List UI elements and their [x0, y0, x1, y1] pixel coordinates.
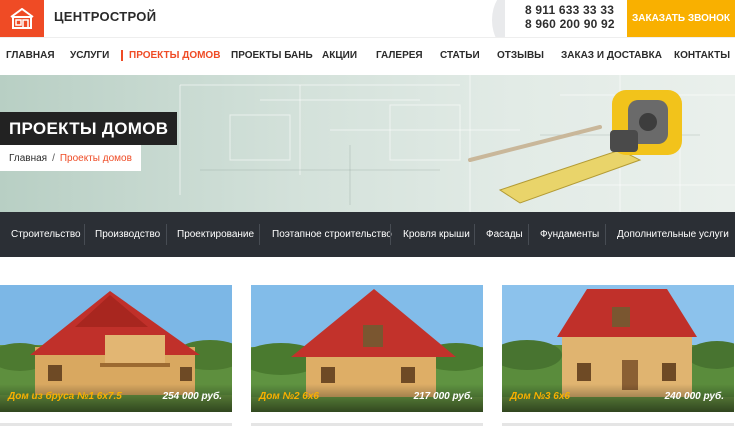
project-card[interactable]: Дом №3 6х6 240 000 руб. [502, 285, 734, 412]
category-divider [390, 224, 391, 245]
main-nav: ГЛАВНАЯ УСЛУГИ ПРОЕКТЫ ДОМОВ ПРОЕКТЫ БАН… [0, 37, 735, 75]
project-name[interactable]: Дом №2 6х6 [259, 391, 319, 402]
project-price: 240 000 руб. [664, 391, 724, 402]
nav-item-home[interactable]: ГЛАВНАЯ [6, 50, 55, 61]
nav-item-services[interactable]: УСЛУГИ [70, 50, 109, 61]
page-title: ПРОЕКТЫ ДОМОВ [0, 112, 178, 145]
category-stage-construction[interactable]: Поэтапное строительство [272, 229, 392, 240]
category-foundations[interactable]: Фундаменты [540, 229, 599, 240]
nav-item-order-delivery[interactable]: ЗАКАЗ И ДОСТАВКА [561, 50, 662, 61]
nav-item-gallery[interactable]: ГАЛЕРЕЯ [376, 50, 423, 61]
category-divider [84, 224, 85, 245]
project-name[interactable]: Дом №3 6х6 [510, 391, 570, 402]
category-divider [528, 224, 529, 245]
brand-name[interactable]: ЦЕНТРОСТРОЙ [54, 9, 156, 24]
nav-item-reviews[interactable]: ОТЗЫВЫ [497, 50, 544, 61]
phone-number-2[interactable]: 8 960 200 90 92 [525, 17, 615, 31]
breadcrumb: Главная / Проекты домов [0, 145, 141, 171]
house-icon [10, 7, 34, 29]
nav-item-articles[interactable]: СТАТЬИ [440, 50, 480, 61]
order-call-button[interactable]: ЗАКАЗАТЬ ЗВОНОК [627, 0, 735, 37]
project-name[interactable]: Дом из бруса №1 6х7.5 [8, 391, 122, 402]
project-price: 217 000 руб. [413, 391, 473, 402]
hero-banner: ПРОЕКТЫ ДОМОВ Главная / Проекты домов [0, 75, 735, 212]
active-indicator [121, 50, 123, 61]
nav-item-contacts[interactable]: КОНТАКТЫ [674, 50, 730, 61]
category-facades[interactable]: Фасады [486, 229, 523, 240]
site-header: ЦЕНТРОСТРОЙ 8 911 633 33 33 8 960 200 90… [0, 0, 735, 50]
project-card[interactable]: Дом №2 6х6 217 000 руб. [251, 285, 483, 412]
nav-item-house-projects[interactable]: ПРОЕКТЫ ДОМОВ [129, 50, 220, 61]
category-additional-services[interactable]: Дополнительные услуги [617, 229, 729, 240]
category-divider [259, 224, 260, 245]
category-bar: Строительство Производство Проектировани… [0, 212, 735, 257]
phone-number-1[interactable]: 8 911 633 33 33 [525, 3, 614, 17]
breadcrumb-current: Проекты домов [59, 152, 132, 164]
category-roofing[interactable]: Кровля крыши [403, 229, 470, 240]
breadcrumb-home-link[interactable]: Главная [9, 153, 47, 164]
logo[interactable] [0, 0, 44, 37]
category-divider [605, 224, 606, 245]
category-construction[interactable]: Строительство [11, 229, 81, 240]
project-card[interactable]: Дом из бруса №1 6х7.5 254 000 руб. [0, 285, 232, 412]
nav-item-promotions[interactable]: АКЦИИ [322, 50, 357, 61]
category-design[interactable]: Проектирование [177, 229, 254, 240]
category-production[interactable]: Производство [95, 229, 160, 240]
project-price: 254 000 руб. [162, 391, 222, 402]
category-divider [474, 224, 475, 245]
category-divider [166, 224, 167, 245]
breadcrumb-separator: / [52, 152, 55, 164]
next-row-preview [0, 420, 735, 426]
nav-item-bath-projects[interactable]: ПРОЕКТЫ БАНЬ [231, 50, 313, 61]
